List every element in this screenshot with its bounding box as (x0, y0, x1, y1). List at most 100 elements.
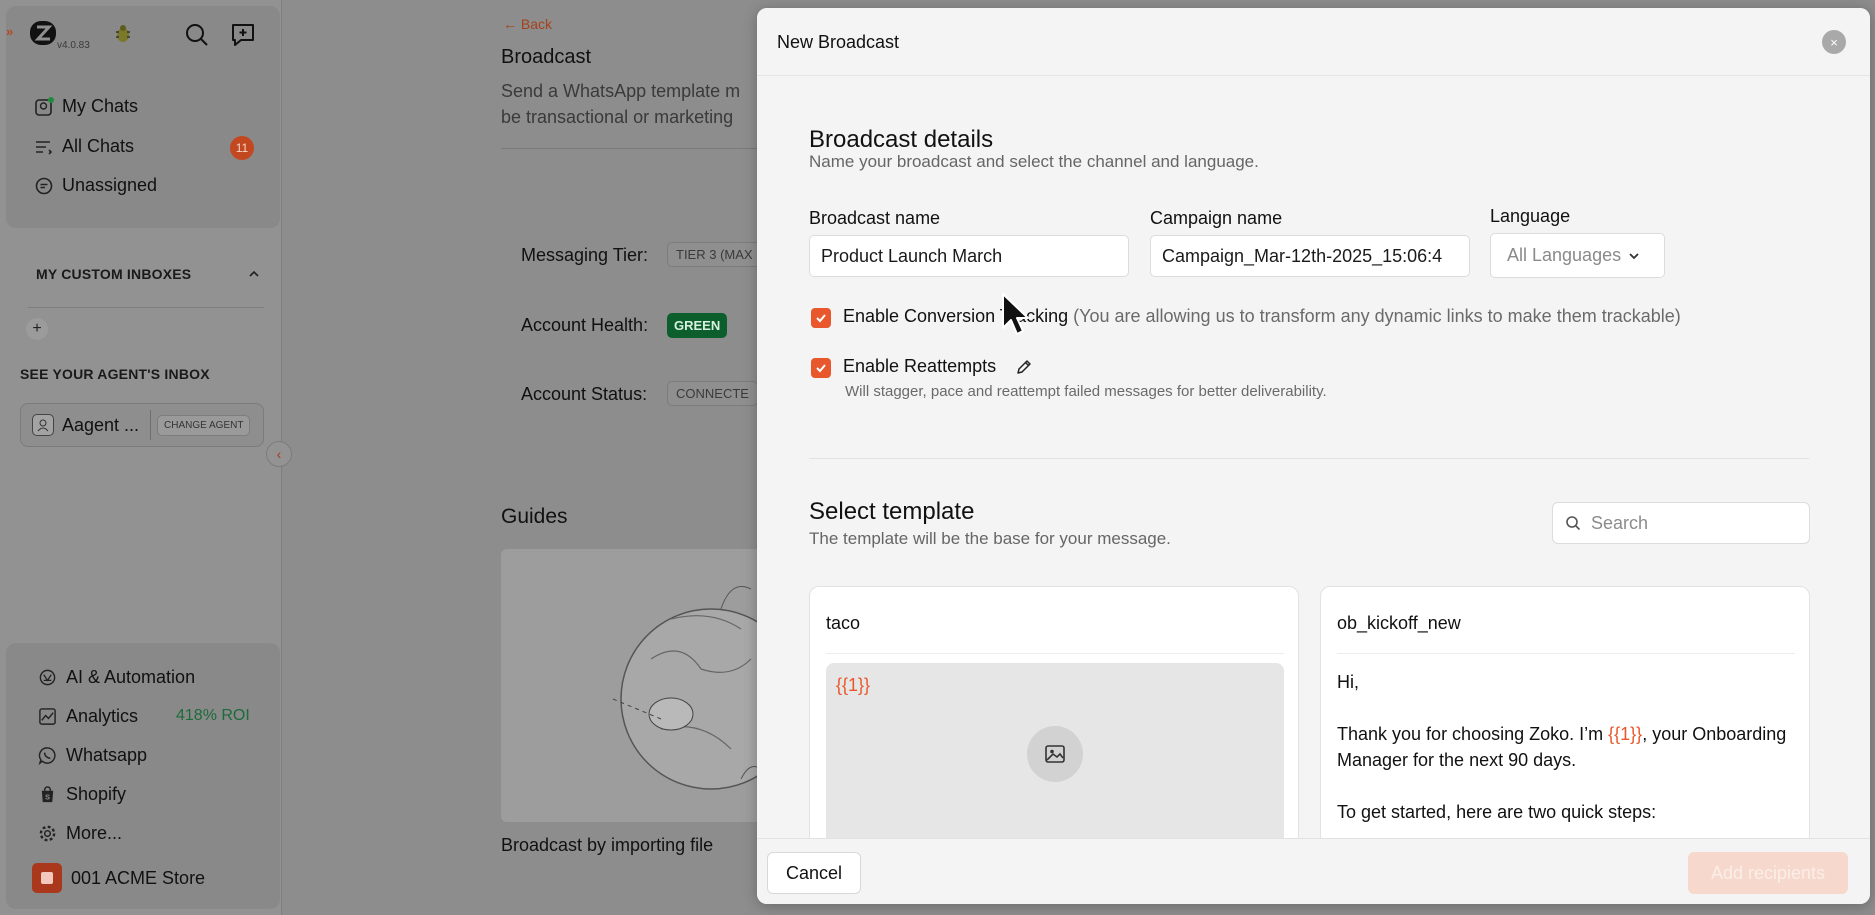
divider (28, 307, 264, 308)
template-variable: {{1}} (836, 675, 871, 695)
nav-label: Unassigned (62, 175, 158, 195)
language-label: Language (1490, 206, 1571, 226)
account-status-label: Account Status: (521, 384, 648, 404)
guides-title: Guides (501, 505, 568, 528)
conversion-tracking-hint: (You are allowing us to transform any dy… (1073, 306, 1681, 326)
back-link[interactable]: ← Back (503, 16, 552, 32)
nav-whatsapp[interactable]: Whatsapp (38, 745, 147, 766)
template-text: Thank you for choosing Zoko. I’m (1337, 724, 1609, 744)
roi-value: 418% ROI (176, 707, 250, 724)
account-health-label: Account Health: (521, 315, 649, 335)
details-subtitle: Name your broadcast and select the chann… (809, 152, 1259, 171)
search-icon[interactable] (184, 22, 210, 48)
template-search[interactable] (1552, 502, 1810, 544)
broadcast-name-input[interactable] (809, 235, 1129, 277)
checkmark-icon (816, 364, 826, 373)
agent-name: Aagent ... (62, 414, 140, 435)
modal-header: New Broadcast × (757, 8, 1870, 76)
campaign-name-input[interactable] (1150, 235, 1470, 277)
conversion-tracking-checkbox[interactable] (811, 308, 831, 328)
divider (809, 458, 1809, 459)
template-body: Hi, Thank you for choosing Zoko. I’m {{1… (1337, 669, 1787, 845)
campaign-name-label: Campaign name (1150, 208, 1283, 228)
nav-analytics[interactable]: Analytics (38, 706, 138, 727)
broadcast-name-label: Broadcast name (809, 208, 941, 228)
agent-avatar-icon (32, 414, 54, 436)
pencil-icon[interactable] (1015, 358, 1033, 376)
nav-label: Shopify (66, 784, 127, 804)
nav-shopify[interactable]: S Shopify (38, 784, 126, 805)
nav-label: AI & Automation (66, 667, 196, 687)
chevron-up-icon[interactable] (246, 266, 262, 282)
account-health-badge: GREEN (667, 313, 728, 338)
add-recipients-button[interactable]: Add recipients (1688, 852, 1848, 894)
agents-inbox-title: SEE YOUR AGENT'S INBOX (20, 366, 210, 382)
modal-title: New Broadcast (777, 32, 900, 52)
change-agent-button[interactable]: CHANGE AGENT (157, 414, 251, 436)
nav-label: My Chats (62, 96, 139, 116)
description-line: Send a WhatsApp template m (501, 81, 741, 101)
template-card-ob-kickoff-new[interactable]: ob_kickoff_new Hi, Thank you for choosin… (1320, 586, 1810, 846)
image-icon (1027, 726, 1083, 782)
reattempts-description: Will stagger, pace and reattempt failed … (845, 383, 1327, 400)
unread-count-badge: 11 (230, 136, 254, 160)
conversion-tracking-label: Enable Conversion Tracking (You are allo… (843, 306, 1681, 327)
divider (1337, 653, 1795, 654)
chevron-down-icon (1629, 252, 1639, 259)
nav-ai-automation[interactable]: AI & Automation (38, 667, 195, 688)
template-name: taco (826, 613, 861, 633)
broadcast-page: ← Back Broadcast Send a WhatsApp templat… (283, 0, 801, 915)
template-line: Thank you for choosing Zoko. I’m {{1}}, … (1337, 721, 1787, 773)
guide-card[interactable] (501, 549, 801, 822)
nav-my-chats[interactable]: My Chats (34, 96, 138, 117)
new-broadcast-modal: New Broadcast × Broadcast details Name y… (757, 8, 1870, 904)
search-icon (1566, 516, 1581, 531)
checkmark-icon (816, 314, 826, 323)
new-chat-icon[interactable] (229, 21, 257, 49)
add-inbox-button[interactable]: + (26, 318, 48, 340)
template-variable: {{1}} (1608, 724, 1643, 744)
store-name: 001 ACME Store (71, 867, 206, 888)
zoko-logo[interactable] (28, 18, 58, 48)
nav-more[interactable]: More... (38, 823, 122, 844)
globe-illustration (612, 586, 801, 790)
store-icon (32, 863, 62, 893)
template-search-input[interactable] (1591, 512, 1791, 534)
language-select[interactable]: All Languages (1490, 233, 1665, 278)
cancel-button[interactable]: Cancel (767, 852, 861, 894)
list-icon (36, 140, 53, 155)
guide-caption: Broadcast by importing file (501, 835, 714, 855)
messaging-tier-label: Messaging Tier: (521, 245, 649, 265)
nav-label: More... (66, 823, 123, 843)
custom-inboxes-title: MY CUSTOM INBOXES (36, 266, 192, 282)
close-icon[interactable]: × (1822, 30, 1846, 54)
bug-icon[interactable] (112, 22, 134, 44)
language-value: All Languages (1507, 245, 1622, 265)
svg-text:S: S (45, 792, 50, 801)
template-subtitle: The template will be the base for your m… (809, 529, 1171, 548)
template-line: Hi, (1337, 672, 1359, 692)
chat-bubble-icon (35, 96, 54, 116)
nav-all-chats[interactable]: All Chats (34, 136, 134, 157)
shopify-icon: S (41, 786, 54, 803)
nav-label: Whatsapp (66, 745, 148, 765)
store-switcher[interactable]: 001 ACME Store (32, 863, 205, 893)
gear-icon (39, 825, 56, 842)
divider (150, 410, 151, 440)
template-name: ob_kickoff_new (1337, 613, 1461, 633)
expand-arrows-icon[interactable]: » (6, 24, 13, 39)
messaging-tier-value: TIER 3 (MAX (667, 242, 762, 267)
page-description: Send a WhatsApp template m be transactio… (501, 78, 781, 130)
template-line: To get started, here are two quick steps… (1337, 802, 1657, 822)
reattempts-label: Enable Reattempts (843, 356, 997, 376)
nav-unassigned[interactable]: Unassigned (34, 175, 157, 196)
modal-footer: Cancel Add recipients (757, 838, 1870, 904)
analytics-icon (39, 708, 56, 725)
divider (501, 148, 801, 149)
template-media-placeholder: {{1}} (826, 663, 1284, 845)
nav-label: All Chats (62, 136, 135, 156)
ai-icon (39, 669, 56, 686)
sidebar: » v4.0.83 My Chats All Chats 11 Unassign… (0, 0, 292, 915)
reattempts-checkbox[interactable] (811, 358, 831, 378)
template-card-taco[interactable]: taco {{1}} (809, 586, 1299, 846)
